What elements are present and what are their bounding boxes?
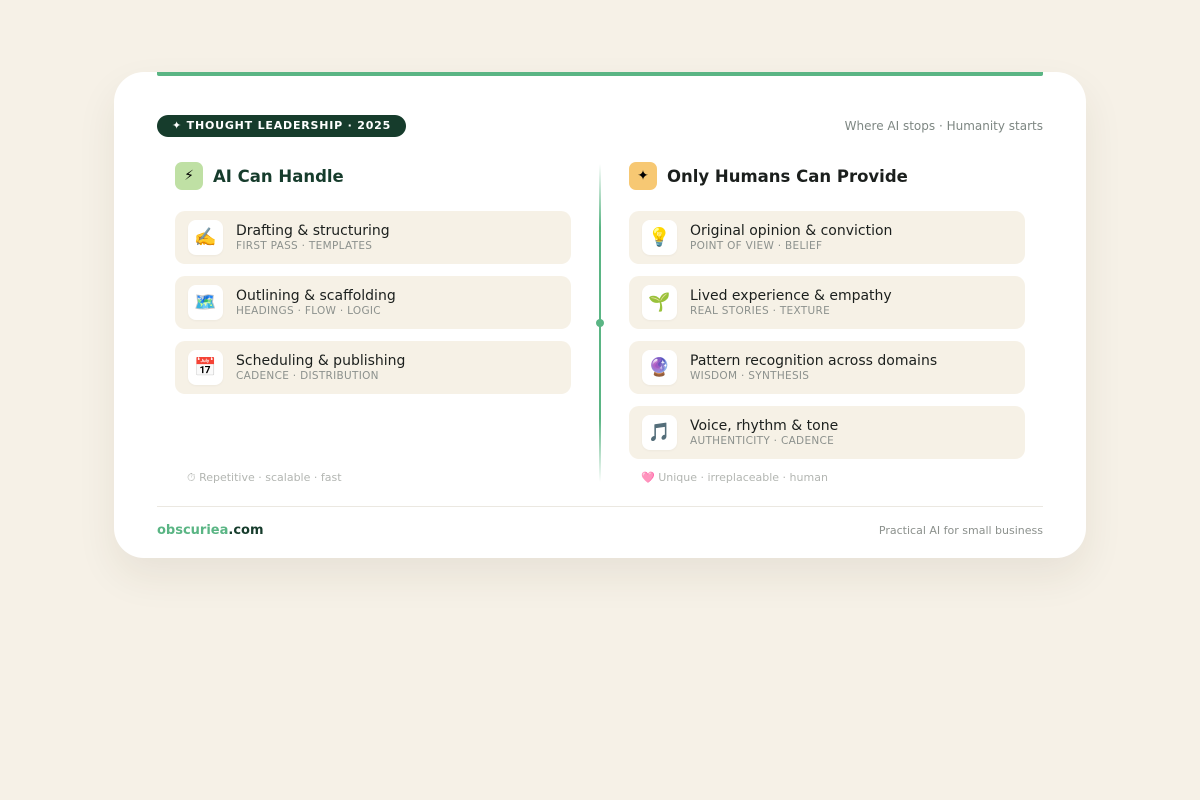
brand-domain: .com	[228, 523, 264, 538]
brand-name: obscuriea	[157, 523, 229, 538]
list-item: 🔮 Pattern recognition across domains WIS…	[629, 341, 1025, 394]
brand-link[interactable]: obscuriea.com	[157, 523, 264, 538]
divider-dot	[596, 319, 604, 327]
lightning-icon: ⚡	[175, 162, 203, 190]
item-subtitle: REAL STORIES · TEXTURE	[690, 304, 831, 317]
list-item: 🎵 Voice, rhythm & tone AUTHENTICITY · CA…	[629, 406, 1025, 459]
right-list: 💡 Original opinion & conviction POINT OF…	[629, 211, 1025, 471]
item-title: Lived experience & empathy	[690, 287, 892, 304]
left-list: ✍️ Drafting & structuring FIRST PASS · T…	[175, 211, 571, 406]
left-column-header: ⚡ AI Can Handle	[175, 162, 344, 190]
list-item: 🗺️ Outlining & scaffolding HEADINGS · FL…	[175, 276, 571, 329]
footer-divider	[157, 506, 1043, 507]
top-accent-bar	[157, 72, 1043, 76]
calendar-icon: 📅	[188, 350, 223, 385]
item-title: Outlining & scaffolding	[236, 287, 396, 304]
tagline: Where AI stops · Humanity starts	[844, 119, 1043, 133]
item-subtitle: CADENCE · DISTRIBUTION	[236, 369, 379, 382]
item-title: Scheduling & publishing	[236, 352, 406, 369]
item-title: Drafting & structuring	[236, 222, 390, 239]
crystal-ball-icon: 🔮	[642, 350, 677, 385]
item-title: Original opinion & conviction	[690, 222, 893, 239]
map-icon: 🗺️	[188, 285, 223, 320]
item-subtitle: FIRST PASS · TEMPLATES	[236, 239, 373, 252]
writing-hand-icon: ✍️	[188, 220, 223, 255]
right-column-title: Only Humans Can Provide	[667, 166, 908, 186]
right-footnote: 🩷 Unique · irreplaceable · human	[641, 471, 828, 484]
item-title: Pattern recognition across domains	[690, 352, 938, 369]
item-subtitle: AUTHENTICITY · CADENCE	[690, 434, 835, 447]
list-item: 💡 Original opinion & conviction POINT OF…	[629, 211, 1025, 264]
category-badge: ✦ THOUGHT LEADERSHIP · 2025	[157, 115, 407, 137]
list-item: 🌱 Lived experience & empathy REAL STORIE…	[629, 276, 1025, 329]
item-subtitle: WISDOM · SYNTHESIS	[690, 369, 810, 382]
item-title: Voice, rhythm & tone	[690, 417, 839, 434]
left-footnote: ⏱ Repetitive · scalable · fast	[187, 471, 342, 484]
right-column-header: ✦ Only Humans Can Provide	[629, 162, 908, 190]
footer-tagline: Practical AI for small business	[878, 524, 1043, 537]
list-item: ✍️ Drafting & structuring FIRST PASS · T…	[175, 211, 571, 264]
lightbulb-icon: 💡	[642, 220, 677, 255]
left-column-title: AI Can Handle	[213, 166, 344, 186]
seedling-icon: 🌱	[642, 285, 677, 320]
item-subtitle: POINT OF VIEW · BELIEF	[690, 239, 823, 252]
item-subtitle: HEADINGS · FLOW · LOGIC	[236, 304, 381, 317]
list-item: 📅 Scheduling & publishing CADENCE · DIST…	[175, 341, 571, 394]
sparkle-icon: ✦	[629, 162, 657, 190]
content-card: ✦ THOUGHT LEADERSHIP · 2025 Where AI sto…	[114, 72, 1086, 558]
music-note-icon: 🎵	[642, 415, 677, 450]
